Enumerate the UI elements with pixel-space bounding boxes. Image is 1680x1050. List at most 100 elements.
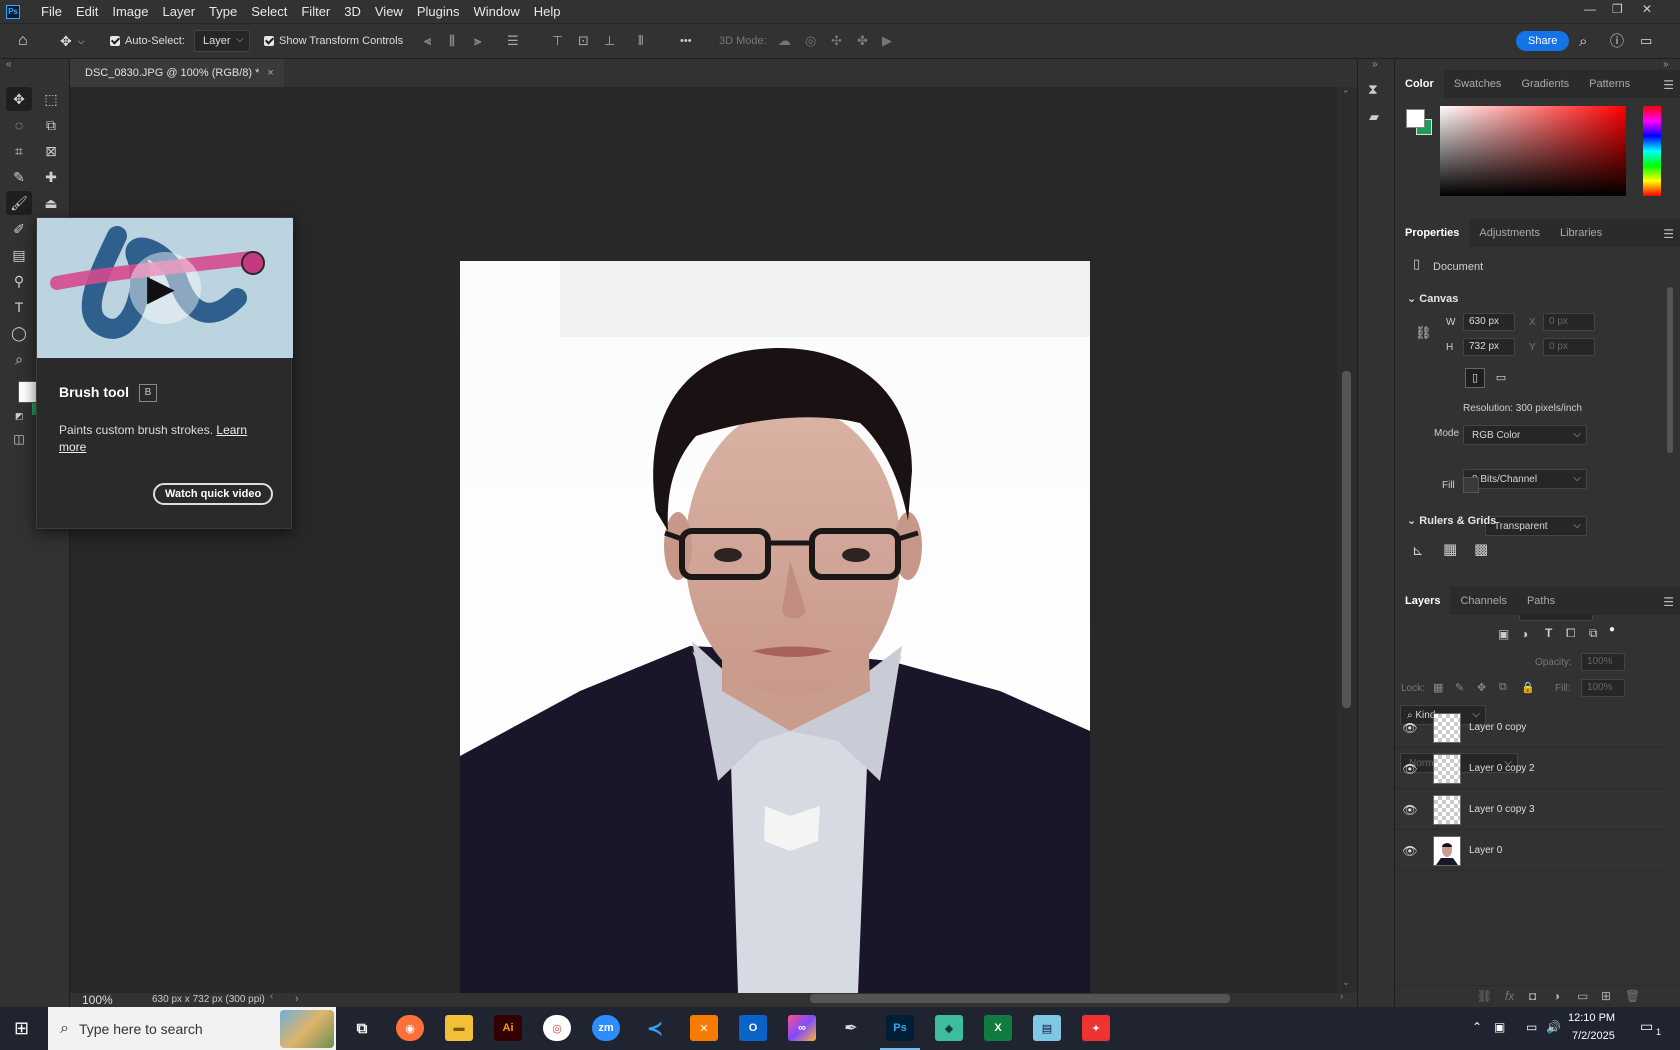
3d-camera-icon[interactable]: ▶	[882, 24, 892, 58]
menu-type[interactable]: Type	[202, 4, 244, 19]
filter-toggle-icon[interactable]: ●	[1609, 624, 1615, 635]
transparency-grid-icon[interactable]: ▩	[1474, 540, 1488, 558]
layer-row[interactable]: 👁 Layer 0	[1395, 831, 1665, 871]
document-canvas-photo[interactable]	[460, 261, 1090, 993]
layer-style-icon[interactable]: fx	[1505, 989, 1514, 1003]
tooltip-video-preview[interactable]: ▶	[37, 218, 293, 358]
play-icon[interactable]: ▶	[147, 268, 175, 308]
document-tab[interactable]: DSC_0830.JPG @ 100% (RGB/8) * ×	[70, 59, 284, 87]
collapse-left-icon[interactable]: «	[6, 59, 12, 70]
windows-start-icon[interactable]: ⊞	[14, 1018, 29, 1039]
help-icon[interactable]: ⓘ	[1610, 24, 1624, 58]
fill-dropdown[interactable]: Transparent	[1485, 516, 1587, 536]
height-input[interactable]: 732 px	[1463, 338, 1515, 356]
width-input[interactable]: 630 px	[1463, 313, 1515, 331]
taskbar-search-box[interactable]: ⌕ Type here to search	[48, 1007, 336, 1050]
move-tool-icon[interactable]: ✥ ⌵	[60, 24, 85, 58]
layer-name[interactable]: Layer 0 copy	[1469, 722, 1526, 733]
menu-3d[interactable]: 3D	[337, 4, 368, 19]
layer-row[interactable]: 👁 Layer 0 copy	[1395, 708, 1665, 748]
horizontal-scroll-thumb[interactable]	[810, 994, 1230, 1003]
menu-edit[interactable]: Edit	[69, 4, 105, 19]
align-bottom-icon[interactable]: ⊥	[604, 24, 615, 58]
menu-window[interactable]: Window	[466, 4, 526, 19]
tab-properties[interactable]: Properties	[1395, 219, 1470, 247]
menu-view[interactable]: View	[368, 4, 410, 19]
filter-shape-icon[interactable]: ⧠	[1566, 626, 1576, 641]
layer-name[interactable]: Layer 0	[1469, 845, 1502, 856]
move-tool-icon[interactable]: ✥	[6, 87, 32, 111]
layer-name[interactable]: Layer 0 copy 3	[1469, 804, 1535, 815]
properties-scroll-thumb[interactable]	[1667, 287, 1673, 453]
task-view-icon[interactable]: ⧉	[348, 1015, 376, 1041]
color-picker-field[interactable]	[1440, 106, 1626, 196]
layer-name[interactable]: Layer 0 copy 2	[1469, 763, 1535, 774]
tab-gradients[interactable]: Gradients	[1511, 70, 1579, 98]
default-colors-icon[interactable]: ◩	[15, 411, 24, 422]
marquee-tool-icon[interactable]: ⬚	[38, 87, 64, 111]
filter-adjustment-icon[interactable]: ◑	[1521, 627, 1528, 641]
auto-select-checkbox[interactable]: Auto-Select:	[110, 24, 185, 58]
clock-time[interactable]: 12:10 PM	[1568, 1012, 1615, 1024]
lock-all-icon[interactable]: 🔒	[1521, 681, 1535, 694]
vertical-scrollbar[interactable]: ⌃ ⌄	[1337, 87, 1357, 993]
add-mask-icon[interactable]: ◘	[1529, 989, 1536, 1003]
filter-smart-object-icon[interactable]: ⧉	[1589, 626, 1598, 641]
stamp-tool-icon[interactable]: ⏏	[38, 191, 64, 215]
align-middle-icon[interactable]: ⊡	[578, 24, 589, 58]
gradient-tool-icon[interactable]: ▤	[6, 243, 32, 267]
delete-layer-icon[interactable]: 🗑	[1625, 989, 1640, 1003]
horizontal-scrollbar[interactable]: ‹ ›	[270, 991, 1350, 1005]
illustrator-icon[interactable]: Ai	[494, 1015, 522, 1041]
frame-tool-icon[interactable]: ⊠	[38, 139, 64, 163]
adjustment-layer-icon[interactable]: ◑	[1553, 989, 1560, 1003]
align-top-icon[interactable]: ⊤	[552, 24, 563, 58]
lock-image-icon[interactable]: ✎	[1455, 681, 1464, 694]
layer-fill-input[interactable]: 100%	[1581, 679, 1625, 697]
lock-transparent-icon[interactable]: ▦	[1433, 681, 1443, 694]
bit-depth-dropdown[interactable]: 8 Bits/Channel	[1463, 469, 1587, 489]
xampp-icon[interactable]: ✕	[690, 1015, 718, 1041]
file-explorer-icon[interactable]: ▬	[445, 1015, 473, 1041]
align-right-icon[interactable]: ⫸	[474, 24, 481, 58]
color-mode-dropdown[interactable]: RGB Color	[1463, 425, 1587, 445]
lasso-tool-icon[interactable]: ◌	[6, 113, 32, 137]
home-icon[interactable]: ⌂	[18, 24, 28, 58]
share-button[interactable]: Share	[1516, 31, 1570, 51]
filter-pixel-icon[interactable]: ▣	[1498, 627, 1509, 641]
pen-tool-app-icon[interactable]: ✒	[837, 1015, 865, 1041]
3d-pan-icon[interactable]: ✣	[831, 24, 842, 58]
workspace-icon[interactable]: ▭	[1640, 24, 1652, 58]
eyedropper-tool-icon[interactable]: ✎	[6, 165, 32, 189]
more-options-icon[interactable]: •••	[680, 24, 692, 58]
3d-slide-icon[interactable]: ✤	[857, 24, 868, 58]
search-icon[interactable]: ⌕	[1579, 24, 1587, 58]
layer-row[interactable]: 👁 Layer 0 copy 2	[1395, 749, 1665, 789]
layer-row[interactable]: 👁 Layer 0 copy 3	[1395, 790, 1665, 830]
align-center-icon[interactable]: ⫼	[449, 24, 455, 58]
notification-center-icon[interactable]: ▭	[1640, 1018, 1653, 1035]
comments-panel-icon[interactable]: ▰	[1369, 109, 1379, 125]
distribute-vertical-icon[interactable]: ⫴	[638, 24, 643, 58]
tab-layers[interactable]: Layers	[1395, 587, 1451, 615]
menu-plugins[interactable]: Plugins	[410, 4, 467, 19]
tab-swatches[interactable]: Swatches	[1444, 70, 1512, 98]
scroll-right-icon[interactable]: ›	[1340, 991, 1343, 1002]
landscape-orientation-icon[interactable]: ▭	[1491, 368, 1511, 388]
menu-help[interactable]: Help	[527, 4, 568, 19]
fill-swatch[interactable]	[1463, 477, 1479, 493]
tray-network-icon[interactable]: ▣	[1494, 1020, 1505, 1034]
firefox-icon[interactable]: ◉	[396, 1015, 424, 1041]
visibility-eye-icon[interactable]: 👁	[1395, 762, 1425, 776]
grid-icon[interactable]: ▦	[1443, 540, 1457, 558]
visibility-eye-icon[interactable]: 👁	[1395, 803, 1425, 817]
tray-chevron-icon[interactable]: ⌃	[1472, 1020, 1482, 1034]
object-select-tool-icon[interactable]: ⧉	[38, 113, 64, 137]
menu-file[interactable]: File	[34, 4, 69, 19]
lock-position-icon[interactable]: ✥	[1477, 681, 1486, 694]
creative-cloud-icon[interactable]: ∞	[788, 1015, 816, 1041]
tray-display-icon[interactable]: ▭	[1526, 1020, 1537, 1034]
zoom-app-icon[interactable]: zm	[592, 1015, 620, 1041]
collapse-right-icon[interactable]: »	[1663, 59, 1669, 70]
menu-filter[interactable]: Filter	[294, 4, 337, 19]
